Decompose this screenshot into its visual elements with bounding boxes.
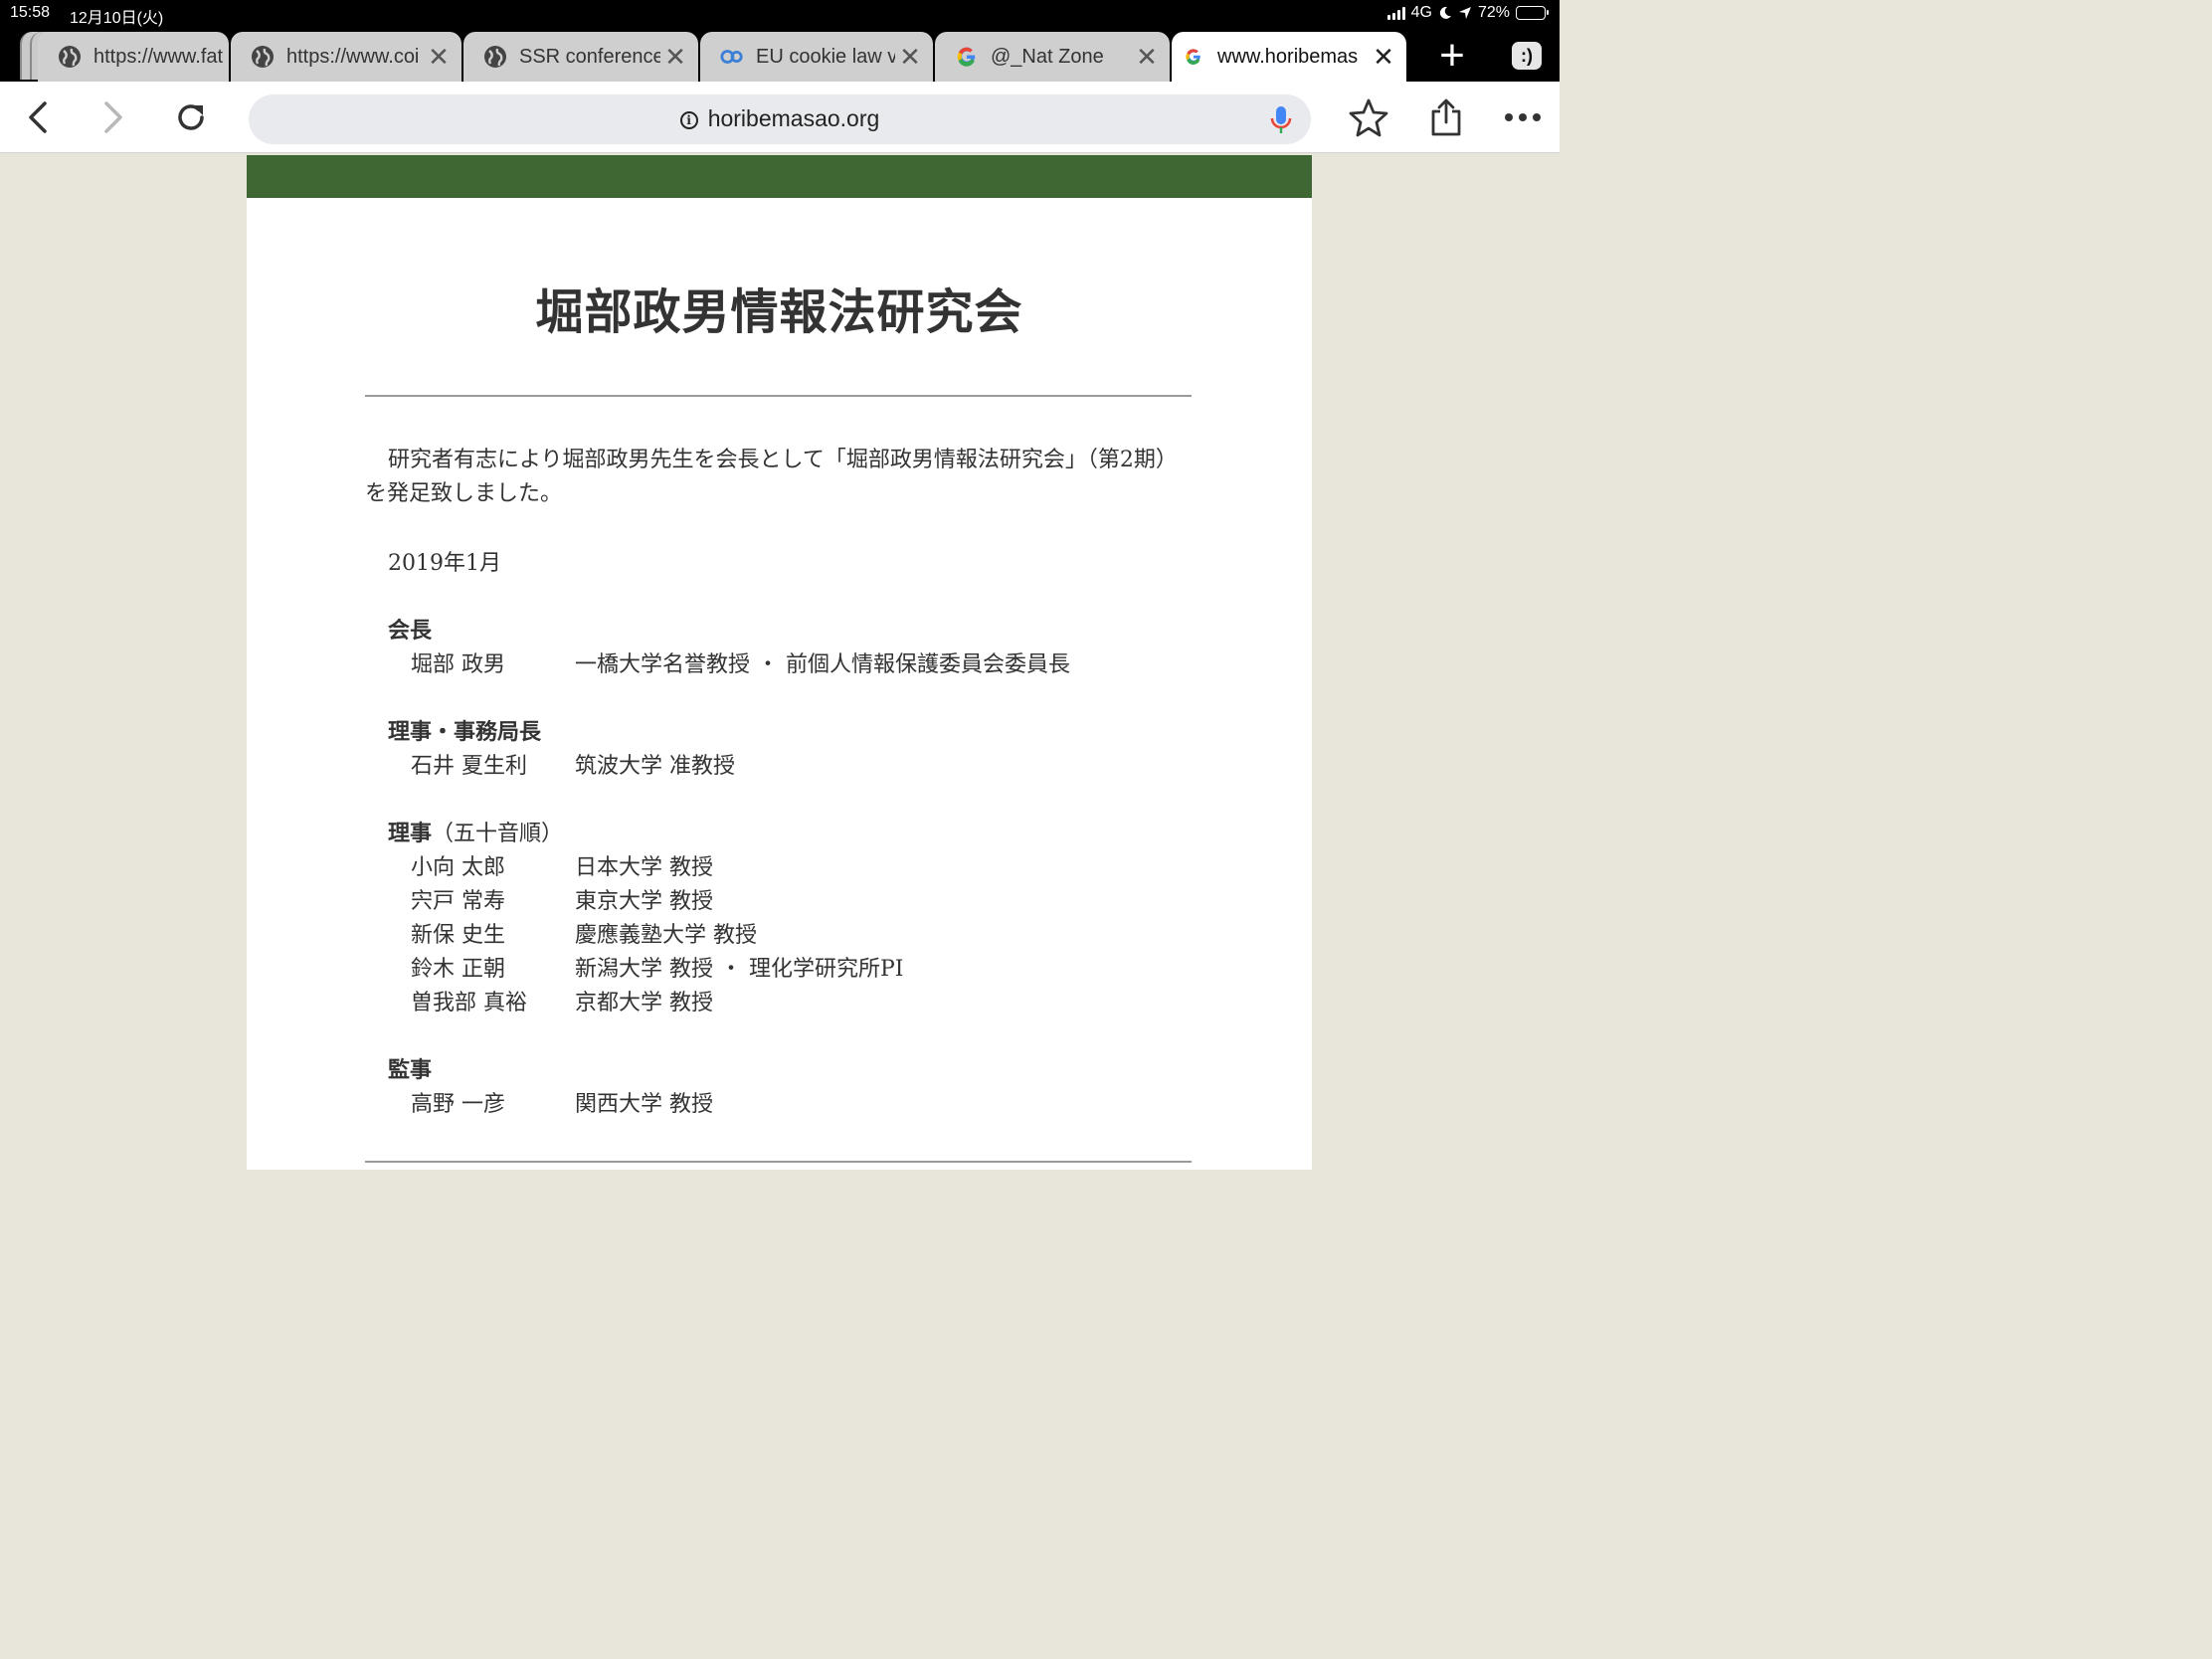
browser-toolbar: i horibemasao.org: [0, 82, 1560, 153]
network-type: 4G: [1410, 4, 1432, 21]
share-icon: [1431, 98, 1461, 136]
member-name: 新保 史生: [411, 923, 505, 948]
member-role: 関西大学 教授: [575, 1092, 713, 1117]
tab-2[interactable]: SSR conference ✕: [463, 32, 698, 82]
member-name: 高野 一彦: [411, 1092, 505, 1117]
moon-icon: [1439, 6, 1451, 19]
info-icon[interactable]: i: [679, 111, 698, 129]
tab-title: EU cookie law v: [756, 45, 895, 68]
battery-icon: [1516, 6, 1549, 20]
close-icon[interactable]: ✕: [1369, 42, 1398, 72]
globe-icon: [483, 45, 507, 69]
web-page: 堀部政男情報法研究会 研究者有志により堀部政男先生を会長として「堀部政男情報法研…: [247, 155, 1312, 1170]
member-name: 石井 夏生利: [411, 754, 527, 779]
new-tab-button[interactable]: +: [1428, 34, 1476, 80]
more-menu-button[interactable]: [1499, 93, 1547, 141]
mic-icon[interactable]: [1269, 105, 1293, 135]
location-arrow-icon: [1458, 7, 1471, 19]
forward-icon: [104, 101, 122, 133]
battery-percent: 72%: [1477, 4, 1510, 21]
tab-title: SSR conference: [519, 45, 660, 68]
header-band: [247, 155, 1312, 198]
back-icon: [29, 101, 47, 133]
member-name: 鈴木 正朝: [411, 957, 505, 982]
url-text: horibemasao.org: [707, 105, 880, 131]
member-name: 堀部 政男: [411, 652, 505, 677]
tab-3[interactable]: EU cookie law v ✕: [700, 32, 933, 82]
status-bar: 15:58 12月10日(火) 4G 72%: [0, 0, 1560, 28]
google-icon: [955, 45, 979, 69]
member-role: 一橋大学名誉教授 ・ 前個人情報保護委員会委員長: [575, 652, 1070, 677]
close-icon[interactable]: ✕: [1132, 42, 1162, 72]
status-date: 12月10日(火): [70, 10, 164, 27]
tab-4[interactable]: @_Nat Zone ✕: [935, 32, 1170, 82]
signal-icon: [1386, 6, 1405, 20]
address-bar-text: i horibemasao.org: [249, 105, 1311, 132]
member-role: 慶應義塾大学 教授: [575, 923, 757, 948]
tab-title: @_Nat Zone: [991, 45, 1104, 68]
section-heading-text: 会長: [388, 618, 433, 644]
page-title: 堀部政男情報法研究会: [535, 284, 1023, 340]
section-heading-text: 監事: [388, 1057, 433, 1083]
member-role: 京都大学 教授: [575, 991, 713, 1015]
tab-title: www.horibemas: [1217, 45, 1359, 68]
section-heading-chair: 会長: [388, 613, 432, 645]
member-role: 筑波大学 准教授: [575, 754, 735, 779]
section-heading-text: 理事: [388, 821, 433, 846]
tab-title: https://www.coi: [286, 45, 420, 68]
status-time: 15:58: [10, 4, 51, 21]
more-icon: [1505, 113, 1541, 121]
section-heading-auditor: 監事: [388, 1052, 432, 1084]
back-button[interactable]: [14, 93, 62, 141]
date-text: 2019年1月: [388, 551, 501, 576]
member-role: 新潟大学 教授 ・ 理化学研究所PI: [575, 957, 904, 982]
section-heading-directors: 理事（五十音順）: [388, 816, 563, 847]
tab-switcher-button[interactable]: :): [1512, 42, 1542, 70]
globe-icon: [251, 45, 275, 69]
member-name: 宍戸 常寿: [411, 889, 505, 914]
plus-icon: +: [1439, 31, 1465, 80]
close-icon[interactable]: ✕: [895, 42, 925, 72]
share-button[interactable]: [1422, 93, 1470, 141]
globe-icon: [58, 45, 82, 69]
bookmark-button[interactable]: [1345, 93, 1392, 141]
member-name: 曽我部 真裕: [411, 991, 527, 1015]
section-heading-text: 理事・事務局長: [388, 719, 542, 745]
forward-button[interactable]: [90, 93, 137, 141]
tab-0[interactable]: https://www.fat: [38, 32, 229, 82]
section-heading-secretary-general: 理事・事務局長: [388, 714, 541, 746]
divider: [365, 1161, 1192, 1163]
close-icon[interactable]: ✕: [660, 42, 690, 72]
status-indicators: 4G 72%: [1386, 4, 1549, 22]
reload-icon: [178, 104, 204, 130]
member-role: 日本大学 教授: [575, 855, 713, 880]
cookie-site-icon: [720, 45, 744, 69]
google-icon: [1182, 45, 1205, 69]
member-role: 東京大学 教授: [575, 889, 713, 914]
intro-text: 研究者有志により堀部政男先生を会長として「堀部政男情報法研究会」（第2期）を発足…: [365, 448, 1178, 506]
tab-5-active[interactable]: www.horibemas ✕: [1172, 32, 1406, 82]
divider: [365, 395, 1192, 397]
address-bar[interactable]: i horibemasao.org: [249, 94, 1311, 144]
close-icon[interactable]: ✕: [424, 42, 454, 72]
tab-1[interactable]: https://www.coi ✕: [231, 32, 461, 82]
star-icon: [1349, 98, 1388, 137]
member-name: 小向 太郎: [411, 855, 505, 880]
reload-button[interactable]: [167, 93, 215, 141]
browser-top-chrome: 15:58 12月10日(火) 4G 72% https://www.fat h…: [0, 0, 1560, 82]
tab-strip: https://www.fat https://www.coi ✕ SSR co…: [0, 28, 1560, 82]
tab-title: https://www.fat: [93, 45, 224, 68]
section-heading-note: （五十音順）: [432, 822, 564, 846]
